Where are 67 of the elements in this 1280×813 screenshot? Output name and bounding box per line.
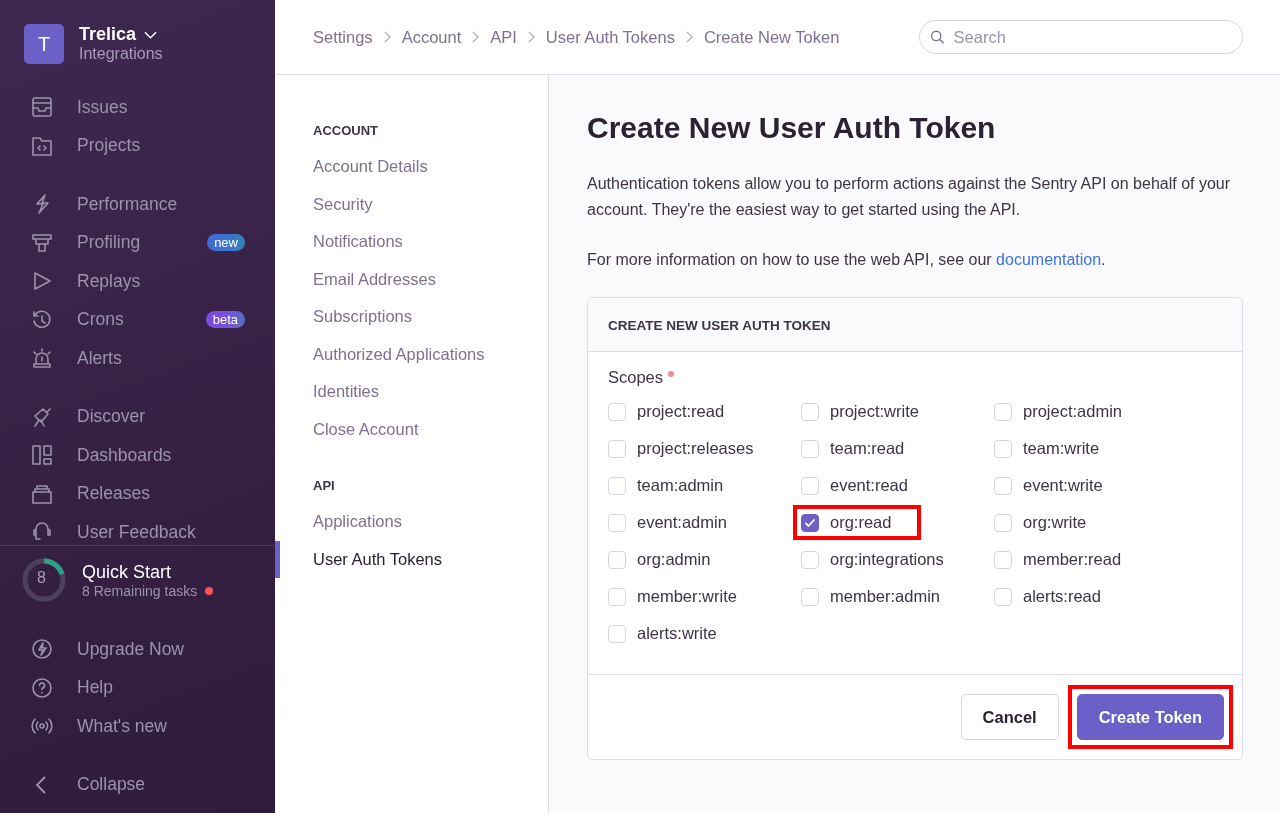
sidebar-item[interactable]: Issues [0, 88, 275, 127]
scope-checkbox[interactable]: org:integrations [793, 542, 952, 577]
settings-nav-link[interactable]: Security [275, 185, 548, 223]
sidebar-item[interactable]: Discover [0, 397, 275, 436]
scope-checkbox[interactable]: org:admin [600, 542, 719, 577]
scope-checkbox[interactable]: event:admin [600, 505, 735, 540]
scope-checkbox[interactable]: org:write [986, 505, 1095, 540]
settings-nav-link[interactable]: Notifications [275, 223, 548, 261]
scope-checkbox[interactable]: project:read [600, 394, 733, 429]
remaining-tasks: 8 Remaining tasks [82, 582, 198, 599]
sidebar-item[interactable]: Help [0, 668, 275, 707]
breadcrumb-link[interactable]: Settings [313, 27, 373, 47]
section-heading: ACCOUNT [312, 123, 379, 138]
create-token-button[interactable]: Create Token [1076, 694, 1224, 740]
documentation-link[interactable]: documentation [996, 251, 1102, 268]
sidebar-item[interactable]: Replays [0, 262, 275, 301]
sidebar-item[interactable]: What's new [0, 707, 275, 746]
panel-title: CREATE NEW USER AUTH TOKEN [608, 318, 831, 333]
scope-checkbox[interactable]: member:write [600, 579, 745, 614]
task-count: 8 [37, 569, 46, 587]
scope-checkbox[interactable]: alerts:write [600, 616, 725, 651]
sidebar-item[interactable]: Alerts [0, 339, 275, 378]
scope-checkbox[interactable]: project:admin [986, 394, 1131, 429]
scope-checkbox[interactable]: event:write [986, 468, 1111, 503]
sidebar-item[interactable]: Performance [0, 185, 275, 224]
scope-checkbox[interactable]: team:admin [600, 468, 732, 503]
feature-badge: new [207, 234, 245, 252]
settings-nav-link[interactable]: Authorized Applications [275, 335, 548, 373]
feature-badge: beta [205, 311, 245, 329]
section-heading: API [312, 478, 336, 493]
settings-nav-link[interactable]: Account Details [275, 148, 548, 186]
settings-nav-link[interactable]: Subscriptions [275, 298, 548, 336]
settings-nav-link[interactable]: Close Account [275, 410, 548, 448]
quick-start-panel[interactable]: 8 Quick Start 8 Remaining tasks [0, 545, 275, 630]
scope-checkbox[interactable]: project:write [793, 394, 927, 429]
scope-checkbox[interactable]: project:releases [600, 431, 762, 466]
sidebar-item[interactable]: Crons beta [0, 300, 275, 339]
breadcrumb-link[interactable]: API [490, 27, 517, 47]
sidebar-item[interactable]: Dashboards [0, 436, 275, 475]
scope-checkbox[interactable]: event:read [793, 468, 916, 503]
scope-checkbox[interactable]: team:write [986, 431, 1108, 466]
settings-nav-link[interactable]: Email Addresses [275, 260, 548, 298]
highlighted-checkbox[interactable]: org:read [793, 505, 922, 540]
org-avatar[interactable]: T [24, 24, 64, 64]
sidebar-item[interactable]: Profiling new [0, 223, 275, 262]
collapse-button[interactable]: Collapse [0, 765, 275, 804]
scope-checkbox[interactable]: team:read [793, 431, 913, 466]
quick-start-title: Quick Start [82, 561, 173, 583]
scopes-label: Scopes [608, 368, 664, 387]
sidebar-item[interactable]: Upgrade Now [0, 630, 275, 669]
scope-checkbox[interactable]: member:admin [793, 579, 949, 614]
cancel-button[interactable]: Cancel [960, 694, 1059, 740]
settings-nav-link[interactable]: Identities [275, 373, 548, 411]
breadcrumb-link[interactable]: Account [401, 27, 462, 47]
scope-checkbox[interactable]: alerts:read [986, 579, 1109, 614]
page-title: Create New User Auth Token [587, 111, 997, 145]
breadcrumb-link[interactable]: User Auth Tokens [545, 27, 675, 47]
settings-nav-link[interactable]: Applications [275, 503, 548, 541]
info-paragraph: For more information on how to use the web API, see our documentation. [587, 250, 1107, 270]
intro-paragraph: Authentication tokens allow you to perform actions against the Sentry API on behalf of your account. They're the easiest way to get started using the API. [587, 174, 1232, 220]
org-name[interactable]: Trelica [79, 24, 137, 45]
sidebar-item[interactable]: Projects [0, 126, 275, 165]
org-subtitle: Integrations [79, 45, 163, 63]
sidebar-item[interactable]: User Feedback [0, 513, 275, 545]
sidebar-item[interactable]: Releases [0, 474, 275, 513]
breadcrumb-link[interactable]: Create New Token [703, 27, 840, 47]
scope-checkbox[interactable]: member:read [986, 542, 1130, 577]
